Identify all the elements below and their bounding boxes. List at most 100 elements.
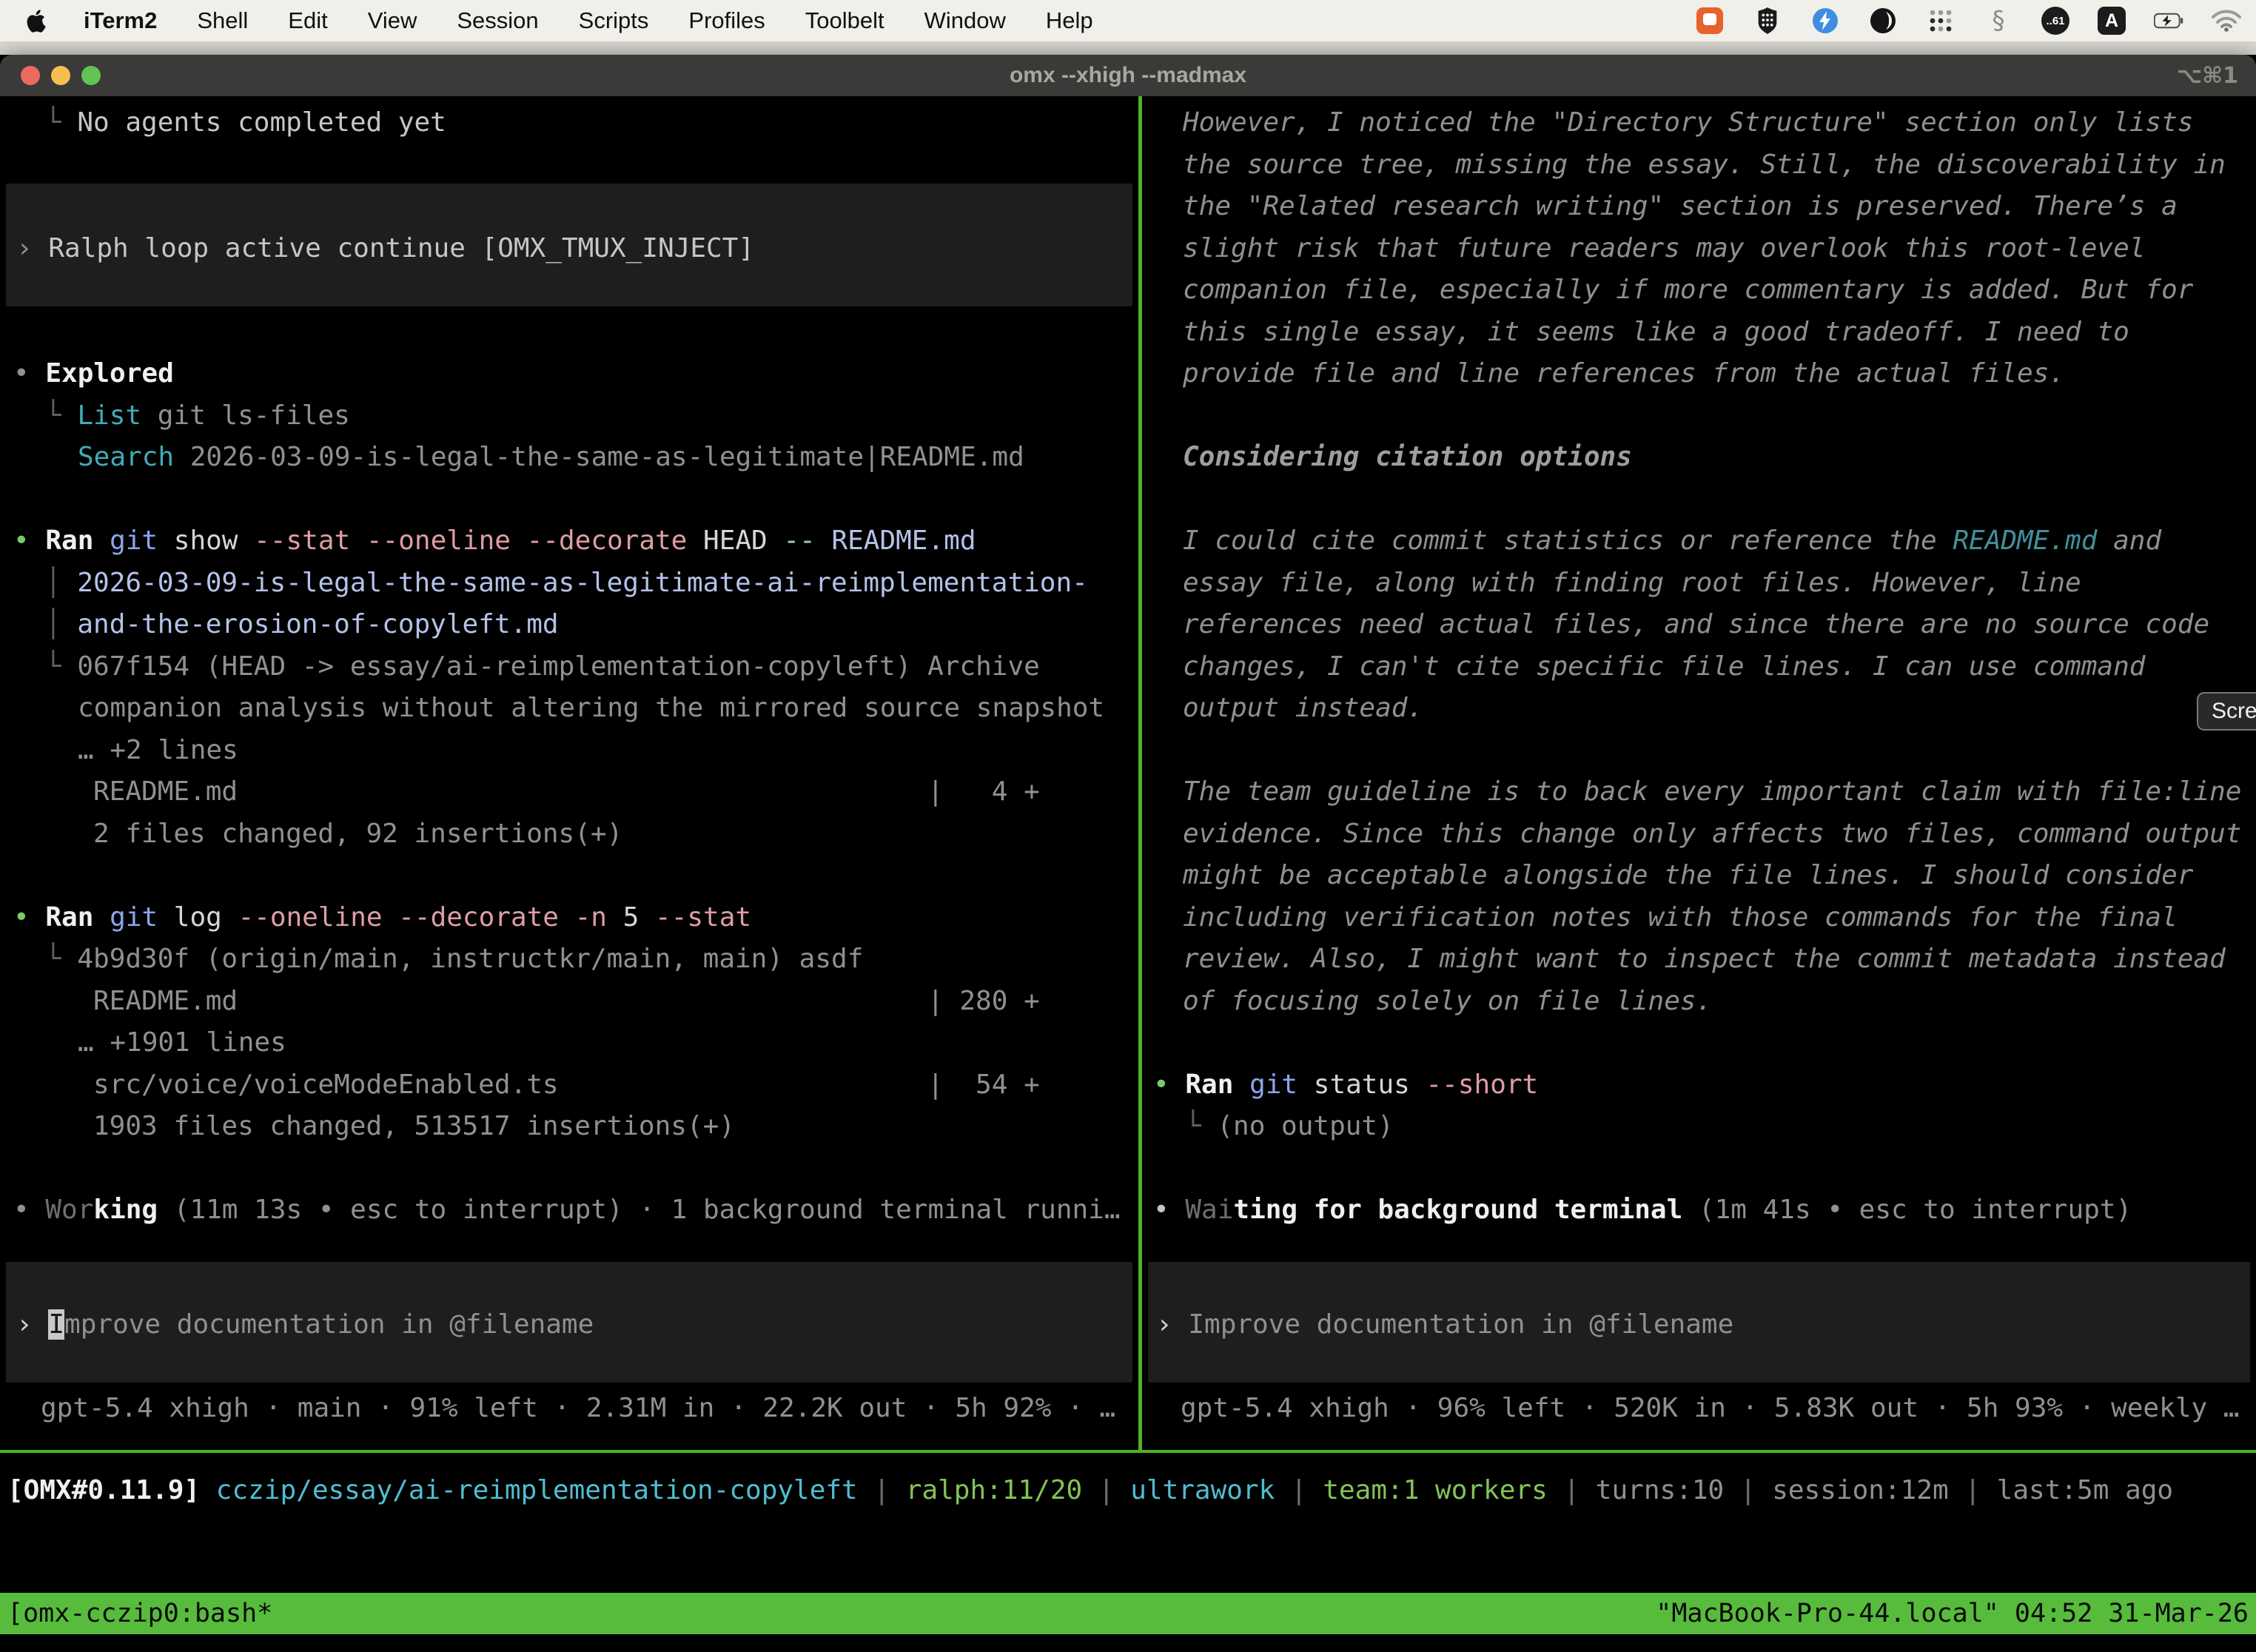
text-segment: • [13, 902, 45, 933]
text-segment: • [1153, 1195, 1185, 1225]
text-segment: The team guideline is to back every impo… [1183, 776, 2241, 807]
right-pane-line: of focusing solely on file lines. [1183, 981, 1712, 1022]
text-segment: Search [78, 442, 174, 472]
text-segment: 5 [607, 902, 655, 933]
text-segment: I could cite commit statistics or refere… [1183, 526, 1953, 556]
text-segment: README.md | 280 + [93, 986, 1040, 1016]
text-segment: └ [45, 651, 77, 682]
menu-item-edit[interactable]: Edit [268, 0, 347, 41]
minimize-button[interactable] [51, 66, 70, 85]
left-pane-line: 1903 files changed, 513517 insertions(+) [93, 1106, 735, 1147]
text-segment: … +2 lines [78, 735, 238, 765]
right-pane-line: • Ran git status --short [1153, 1064, 1538, 1106]
text-segment: • [13, 1195, 45, 1225]
text-segment: ting for background terminal [1233, 1195, 1682, 1225]
close-button[interactable] [21, 66, 40, 85]
right-pane-line: output instead. [1183, 688, 1423, 729]
iterm2-window: omx --xhigh --madmax ⌥⌘1 Scre └ No agent… [0, 55, 2256, 1652]
input-source-icon[interactable]: A [2098, 7, 2126, 35]
apple-logo-icon [27, 9, 46, 33]
left-pane-line: └ 4b9d30f (origin/main, instructkr/main,… [45, 939, 863, 980]
right-pane-line: slight risk that future readers may over… [1183, 228, 2145, 269]
text-segment: › [1156, 1309, 1188, 1340]
text-segment: 2026-03-09-is-legal-the-same-as-legitima… [174, 442, 1024, 472]
menu-item-toolbelt[interactable]: Toolbelt [785, 0, 904, 41]
text-segment: evidence. Since this change only affects… [1183, 819, 2241, 849]
text-segment: team:1 workers [1323, 1475, 1547, 1505]
left-pane-line: └ No agents completed yet [45, 102, 446, 144]
text-segment: companion file, especially if more comme… [1183, 275, 2193, 305]
lightning-badge-icon[interactable] [1810, 6, 1840, 36]
right-pane-line: Considering citation options [1183, 437, 1632, 478]
wifi-icon[interactable] [2212, 6, 2241, 36]
crescent-circle-icon[interactable] [1868, 6, 1898, 36]
text-segment: --oneline --decorate -n [238, 902, 607, 933]
text-segment: provide file and line references from th… [1183, 358, 2065, 389]
zoom-button[interactable] [81, 66, 101, 85]
text-segment: | [1548, 1475, 1596, 1505]
menu-item-shell[interactable]: Shell [177, 0, 268, 41]
text-segment: mprove documentation in @filename [64, 1309, 594, 1340]
text-segment: I [48, 1309, 64, 1340]
text-segment: 4b9d30f (origin/main, instructkr/main, m… [77, 944, 863, 974]
text-segment [93, 902, 110, 933]
left-pane-line: │ 2026-03-09-is-legal-the-same-as-legiti… [45, 563, 1088, 604]
terminal-content[interactable]: Scre └ No agents completed yet› Ralph lo… [0, 96, 2256, 1652]
shield-grid-icon[interactable] [1753, 6, 1782, 36]
left-pane-line: Search 2026-03-09-is-legal-the-same-as-l… [78, 437, 1024, 478]
text-segment: Ran [45, 902, 93, 933]
text-segment: review. Also, I might want to inspect th… [1183, 944, 2226, 974]
text-segment: ultrawork [1130, 1475, 1275, 1505]
text-segment: └ [45, 107, 77, 138]
battery-charging-icon[interactable] [2154, 6, 2183, 36]
text-segment: However, I noticed the "Directory Struct… [1183, 107, 2193, 138]
text-segment: of focusing solely on file lines. [1183, 986, 1712, 1016]
right-pane-line: › Improve documentation in @filename [1156, 1304, 1733, 1346]
text-segment: 1903 files changed, 513517 insertions(+) [93, 1111, 735, 1141]
text-segment: | [858, 1475, 906, 1505]
right-pane-line: However, I noticed the "Directory Struct… [1183, 102, 2193, 144]
text-segment: gpt-5.4 xhigh · main · 91% left · 2.31M … [41, 1393, 1115, 1423]
text-segment: Improve documentation in @filename [1188, 1309, 1733, 1340]
window-title-bar[interactable]: omx --xhigh --madmax ⌥⌘1 [0, 55, 2256, 96]
text-segment: README.md [816, 526, 976, 556]
text-segment: changes, I can't cite specific file line… [1183, 651, 2145, 682]
menu-item-view[interactable]: View [348, 0, 437, 41]
menu-item-session[interactable]: Session [437, 0, 558, 41]
squiggle-icon[interactable]: § [1984, 6, 2013, 36]
text-segment [93, 526, 110, 556]
left-pane-line: • Ran git log --oneline --decorate -n 5 … [13, 897, 751, 939]
menu-item-profiles[interactable]: Profiles [668, 0, 785, 41]
apple-menu-icon[interactable] [0, 9, 64, 33]
menu-item-window[interactable]: Window [904, 0, 1026, 41]
text-segment: └ [1185, 1111, 1217, 1141]
text-segment: --short [1426, 1070, 1539, 1100]
right-pane-line: changes, I can't cite specific file line… [1183, 646, 2145, 688]
text-segment: | [1275, 1475, 1323, 1505]
chat-app-icon[interactable] [1695, 6, 1725, 36]
text-segment: and-the-erosion-of-copyleft.md [77, 609, 558, 639]
window-title: omx --xhigh --madmax [0, 63, 2256, 88]
text-segment: essay file, along with finding root file… [1183, 568, 2081, 598]
menu-item-help[interactable]: Help [1026, 0, 1113, 41]
left-pane-line: README.md | 280 + [93, 981, 1040, 1022]
text-segment: gpt-5.4 xhigh · 96% left · 520K in · 5.8… [1181, 1393, 2239, 1423]
text-segment: log [158, 902, 238, 933]
dots-grid-icon[interactable] [1926, 6, 1955, 36]
text-segment: ralph:11/20 [906, 1475, 1082, 1505]
macos-menu-bar: iTerm2 Shell Edit View Session Scripts P… [0, 0, 2256, 41]
right-pane-line: The team guideline is to back every impo… [1183, 771, 2241, 813]
menu-item-scripts[interactable]: Scripts [559, 0, 669, 41]
left-pane-line: └ 067f154 (HEAD -> essay/ai-reimplementa… [45, 646, 1040, 688]
text-segment: Wor [45, 1195, 93, 1225]
text-segment: companion analysis without altering the … [78, 693, 1104, 723]
text-segment: Wai [1185, 1195, 1233, 1225]
left-pane-line: › Ralph loop active continue [OMX_TMUX_I… [16, 228, 754, 269]
right-pane-line: including verification notes with those … [1183, 897, 2178, 939]
badge-61-icon[interactable]: ..61 [2041, 7, 2069, 35]
menu-item-app[interactable]: iTerm2 [64, 0, 177, 41]
right-pane-line: the source tree, missing the essay. Stil… [1183, 144, 2226, 186]
text-segment: Ran [45, 526, 93, 556]
right-pane-line: gpt-5.4 xhigh · 96% left · 520K in · 5.8… [1181, 1388, 2239, 1429]
left-pane-line: › Improve documentation in @filename [16, 1304, 594, 1346]
